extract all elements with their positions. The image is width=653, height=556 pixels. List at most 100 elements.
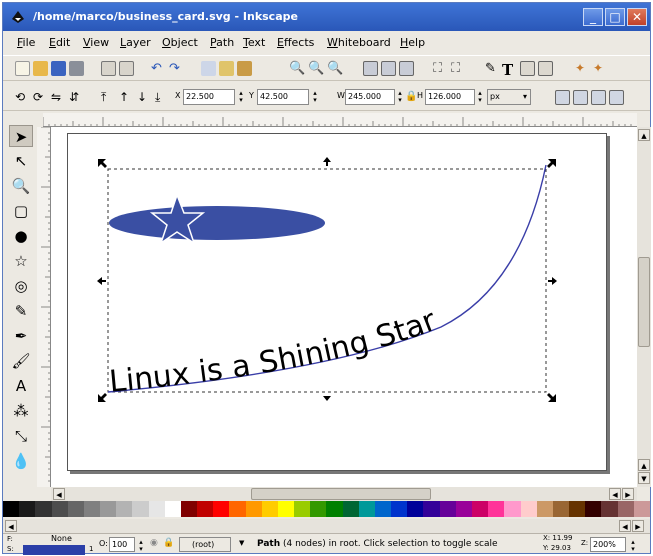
palette-swatch[interactable]: [35, 501, 52, 517]
palette-swatch[interactable]: [471, 501, 489, 517]
palette-swatch[interactable]: [569, 501, 586, 517]
layer-select[interactable]: (root): [179, 537, 231, 552]
pen-tool-icon[interactable]: ✒: [9, 325, 33, 347]
raise-icon[interactable]: ↑: [119, 90, 134, 105]
palette-swatch[interactable]: [342, 501, 359, 517]
palette-swatch[interactable]: [504, 501, 521, 517]
ellipse-tool-icon[interactable]: ●: [9, 225, 33, 247]
preferences-icon[interactable]: ✦: [575, 61, 590, 76]
resize-handle-icon[interactable]: [98, 393, 107, 402]
lock-layer-icon[interactable]: 🔒: [163, 538, 174, 548]
opacity-field[interactable]: 100: [109, 537, 135, 552]
save-file-icon[interactable]: [51, 61, 66, 76]
menu-edit[interactable]: Edit: [49, 36, 70, 49]
scroll-left-icon[interactable]: ◀: [609, 488, 621, 500]
scroll-down-icon[interactable]: ▼: [638, 472, 650, 484]
scroll-up-icon[interactable]: ▲: [638, 459, 650, 471]
menu-text[interactable]: Text: [243, 36, 265, 49]
palette-swatch[interactable]: [358, 501, 375, 517]
zoom-field[interactable]: 200%: [590, 537, 626, 552]
menu-layer[interactable]: Layer: [120, 36, 151, 49]
w-field[interactable]: 245.000: [345, 89, 395, 105]
calligraphy-tool-icon[interactable]: 🖌: [9, 350, 33, 372]
dropper-tool-icon[interactable]: 💧: [9, 450, 33, 472]
lower-icon[interactable]: ↓: [137, 90, 152, 105]
scale-corners-icon[interactable]: [573, 90, 588, 105]
clone-icon[interactable]: [381, 61, 396, 76]
palette-swatch[interactable]: [488, 501, 505, 517]
palette-swatch[interactable]: [552, 501, 570, 517]
x-field[interactable]: 22.500: [183, 89, 235, 105]
palette-swatch[interactable]: [536, 501, 553, 517]
redo-icon[interactable]: ↷: [169, 61, 184, 76]
print-icon[interactable]: [69, 61, 84, 76]
group-icon[interactable]: ⛶: [433, 61, 448, 76]
lower-to-bottom-icon[interactable]: ⤓: [155, 90, 170, 105]
resize-handle-icon[interactable]: [323, 157, 331, 167]
curved-text[interactable]: Linux is a Shining Star: [108, 303, 442, 400]
raise-to-top-icon[interactable]: ⤒: [101, 90, 116, 105]
zoom-tool-icon[interactable]: 🔍: [9, 175, 33, 197]
xml-editor-icon[interactable]: [520, 61, 535, 76]
scroll-left-icon[interactable]: ◀: [619, 520, 631, 532]
vertical-scroll-thumb[interactable]: [638, 257, 650, 347]
resize-handle-icon[interactable]: [547, 393, 556, 402]
transform-gradient-icon[interactable]: [591, 90, 606, 105]
duplicate-icon[interactable]: [363, 61, 378, 76]
transform-pattern-icon[interactable]: [609, 90, 624, 105]
scroll-left-icon[interactable]: ◀: [5, 520, 17, 532]
y-spinner-icon[interactable]: ▴ ▾: [311, 90, 319, 104]
ungroup-icon[interactable]: ⛶: [451, 61, 466, 76]
pencil-tool-icon[interactable]: ✎: [9, 300, 33, 322]
stroke-width[interactable]: 1: [89, 545, 93, 553]
palette-swatch[interactable]: [51, 501, 68, 517]
palette-swatch[interactable]: [148, 501, 165, 517]
palette-swatch[interactable]: [277, 501, 295, 517]
palette-swatch[interactable]: [326, 501, 343, 517]
w-spinner-icon[interactable]: ▴ ▾: [396, 90, 404, 104]
menu-effects[interactable]: Effects: [277, 36, 314, 49]
resize-handle-icon[interactable]: [98, 159, 107, 168]
rect-tool-icon[interactable]: ▢: [9, 200, 33, 222]
fill-stroke-icon[interactable]: ✎: [485, 61, 500, 76]
import-icon[interactable]: [101, 61, 116, 76]
unit-select[interactable]: px ▾: [487, 89, 531, 105]
flip-vertical-icon[interactable]: ⇵: [69, 90, 84, 105]
close-button[interactable]: ✕: [627, 8, 647, 26]
new-document-icon[interactable]: [15, 61, 30, 76]
resize-handle-icon[interactable]: [548, 277, 557, 285]
align-distribute-icon[interactable]: [538, 61, 553, 76]
vertical-scrollbar[interactable]: ▲ ▲ ▼: [637, 127, 651, 487]
palette-swatch[interactable]: [617, 501, 634, 517]
rotate-ccw-icon[interactable]: ⟲: [15, 90, 30, 105]
scroll-right-icon[interactable]: ▶: [632, 520, 644, 532]
palette-swatch[interactable]: [310, 501, 327, 517]
menu-path[interactable]: Path: [210, 36, 234, 49]
palette-swatch[interactable]: [439, 501, 456, 517]
palette-swatch[interactable]: [83, 501, 101, 517]
opacity-spinner-icon[interactable]: ▴ ▾: [137, 539, 145, 553]
palette-swatch[interactable]: [633, 501, 650, 517]
selector-tool-icon[interactable]: ➤: [9, 125, 33, 147]
spiral-tool-icon[interactable]: ◎: [9, 275, 33, 297]
undo-icon[interactable]: ↶: [151, 61, 166, 76]
palette-swatch[interactable]: [423, 501, 440, 517]
y-field[interactable]: 42.500: [257, 89, 309, 105]
palette-swatch[interactable]: [261, 501, 278, 517]
unlink-clone-icon[interactable]: [399, 61, 414, 76]
text-tool-icon[interactable]: A: [9, 375, 33, 397]
horizontal-scroll-thumb[interactable]: [251, 488, 431, 500]
minimize-button[interactable]: _: [583, 8, 603, 26]
palette-swatch[interactable]: [374, 501, 392, 517]
palette-swatch[interactable]: [407, 501, 424, 517]
comet-ellipse[interactable]: [109, 206, 325, 240]
chevron-down-icon[interactable]: ▼: [239, 539, 244, 547]
palette-scrollbar[interactable]: ◀ ◀ ▶: [3, 519, 650, 533]
palette-swatch[interactable]: [67, 501, 84, 517]
palette-swatch[interactable]: [3, 501, 20, 517]
fill-value[interactable]: None: [51, 534, 72, 543]
menu-file[interactable]: File: [17, 36, 35, 49]
export-icon[interactable]: [119, 61, 134, 76]
palette-swatch[interactable]: [100, 501, 117, 517]
zoom-drawing-icon[interactable]: 🔍: [308, 61, 324, 76]
